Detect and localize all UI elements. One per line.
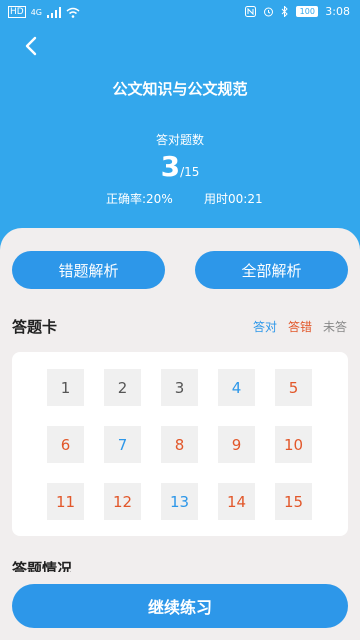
score-label: 答对题数 [155,133,204,147]
wrong-analysis-button[interactable]: 错题解析 [12,251,165,289]
status-bar: HD 4G 100 3:08 [0,0,360,26]
question-cell[interactable]: 14 [218,483,255,520]
legend-unanswered: 未答 [323,320,348,334]
nfc-icon [245,6,257,17]
question-cell[interactable]: 4 [218,369,255,406]
legend-correct: 答对 [253,320,278,334]
question-cell[interactable]: 3 [161,369,198,406]
signal-text: 4G [30,7,42,17]
wifi-icon [66,7,80,18]
question-cell[interactable]: 6 [47,426,84,463]
question-cell[interactable]: 11 [47,483,84,520]
page-title: 公文知识与公文规范 [112,80,248,98]
signal-icon [47,6,61,18]
question-cell[interactable]: 9 [218,426,255,463]
all-analysis-button[interactable]: 全部解析 [195,251,348,289]
question-cell[interactable]: 7 [104,426,141,463]
question-cell[interactable]: 2 [104,369,141,406]
question-cell[interactable]: 5 [275,369,312,406]
battery-icon: 100 [296,6,319,17]
bluetooth-icon [281,6,289,17]
accuracy-text: 正确率:20% [106,192,173,206]
legend-wrong: 答错 [288,320,313,334]
question-cell[interactable]: 8 [161,426,198,463]
time-used-text: 用时00:21 [204,192,263,206]
question-cell[interactable]: 15 [275,483,312,520]
total-count: /15 [180,165,200,179]
question-cell[interactable]: 10 [275,426,312,463]
clock-time: 3:08 [325,5,350,18]
correct-count: 3 [160,150,181,183]
question-cell[interactable]: 12 [104,483,141,520]
hd-badge: HD [8,6,26,18]
header-banner: HD 4G 100 3:08 公文知识与公文规范 答对题数 3/15 正确率:2… [0,0,360,250]
section-answer-status-title: 答题情况 [12,560,73,572]
continue-practice-button[interactable]: 继续练习 [12,584,348,628]
answer-grid: 1 2 3 4 5 6 7 8 9 10 11 12 13 14 15 [12,352,348,536]
alarm-icon [264,7,274,17]
question-cell[interactable]: 13 [161,483,198,520]
question-cell[interactable]: 1 [47,369,84,406]
score-value: 3/15 [0,150,360,183]
answer-card-title: 答题卡 [12,318,58,336]
back-arrow-icon[interactable] [20,34,44,58]
